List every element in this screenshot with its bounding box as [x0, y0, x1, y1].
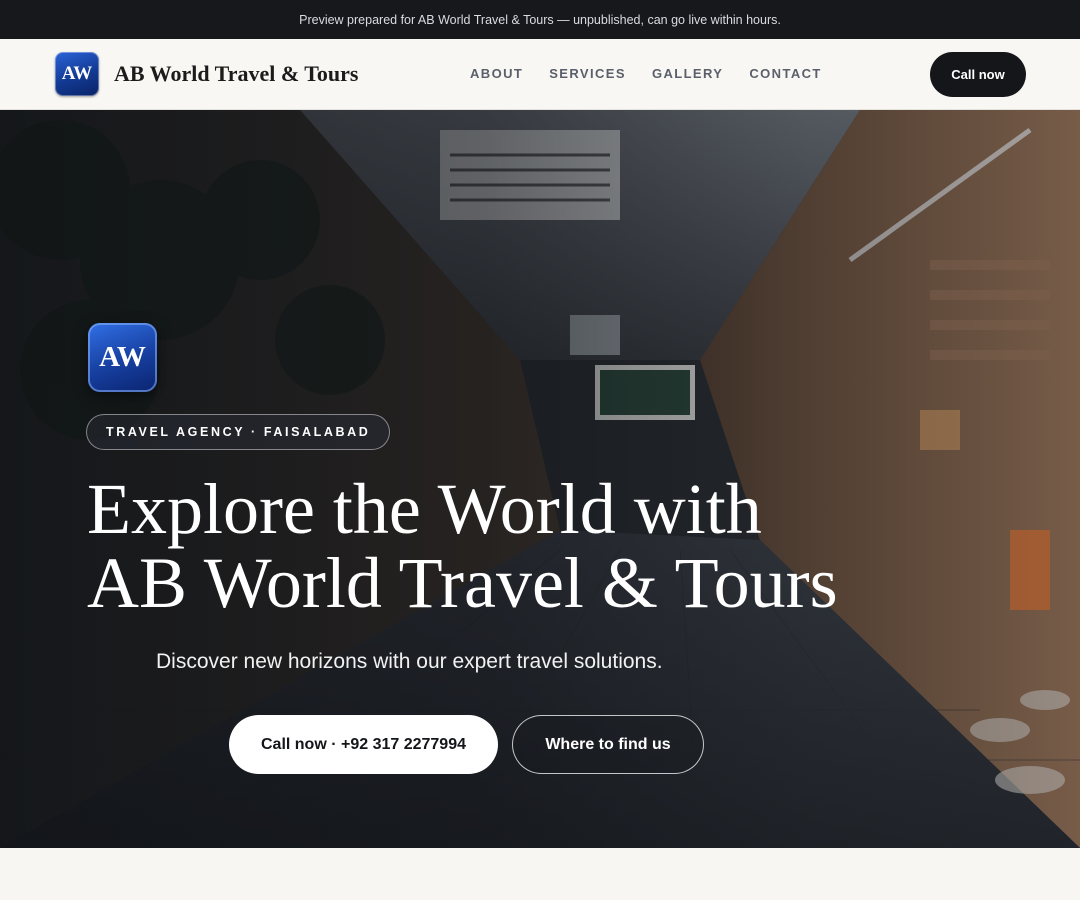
hero-logo-icon: AW [88, 323, 157, 392]
preview-banner-text: Preview prepared for AB World Travel & T… [299, 12, 781, 27]
hero-logo-text: AW [99, 341, 146, 373]
hero-title-line-1: Explore the World with [87, 469, 762, 549]
hero-call-button[interactable]: Call now · +92 317 2277994 [229, 715, 498, 774]
nav-services[interactable]: SERVICES [549, 66, 626, 81]
preview-banner: Preview prepared for AB World Travel & T… [0, 0, 1080, 39]
hero-eyebrow-text: TRAVEL AGENCY · FAISALABAD [106, 425, 371, 439]
nav-about[interactable]: ABOUT [470, 66, 523, 81]
brand-logo-icon[interactable]: AW [55, 52, 99, 96]
main-nav: ABOUT SERVICES GALLERY CONTACT [470, 66, 822, 81]
brand-name[interactable]: AB World Travel & Tours [114, 61, 359, 87]
hero-title-line-2: AB World Travel & Tours [87, 543, 838, 623]
nav-contact[interactable]: CONTACT [749, 66, 821, 81]
hero-section: AW TRAVEL AGENCY · FAISALABAD Explore th… [0, 110, 1080, 848]
hero-title: Explore the World with AB World Travel &… [87, 472, 987, 620]
hero-subtitle: Discover new horizons with our expert tr… [156, 650, 663, 673]
nav-gallery[interactable]: GALLERY [652, 66, 723, 81]
hero-eyebrow-badge: TRAVEL AGENCY · FAISALABAD [86, 414, 391, 450]
site-header: AW AB World Travel & Tours ABOUT SERVICE… [0, 39, 1080, 110]
brand-logo-text: AW [61, 63, 93, 84]
where-to-find-us-button[interactable]: Where to find us [512, 715, 704, 774]
header-call-button[interactable]: Call now [930, 52, 1026, 97]
